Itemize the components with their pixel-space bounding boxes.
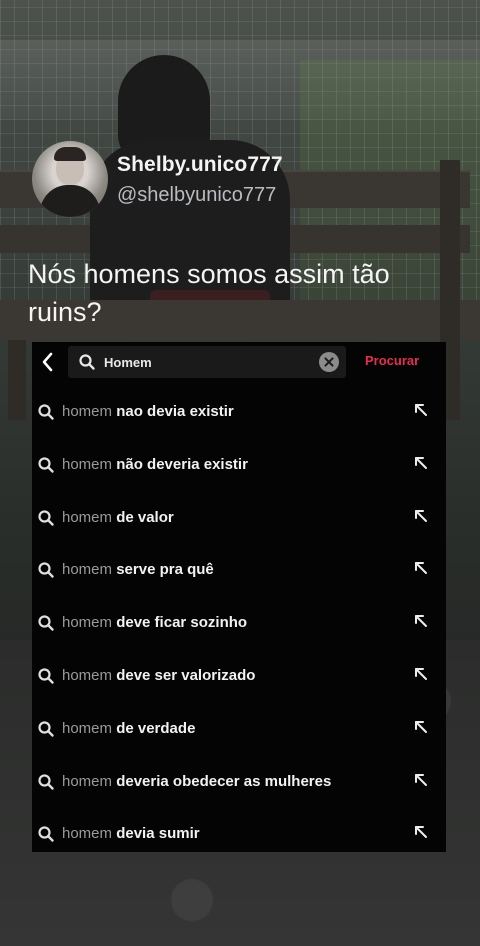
bench-leg <box>8 340 26 420</box>
suggestion-suffix: deve ser valorizado <box>116 666 256 684</box>
suggestion-prefix: homem <box>62 403 113 420</box>
search-icon <box>37 561 55 584</box>
search-button[interactable]: Procurar <box>365 353 419 368</box>
suggestion-suffix: de verdade <box>116 719 196 737</box>
suggestion-item[interactable]: homem não deveria existir <box>32 438 446 491</box>
fill-query-arrow-icon[interactable] <box>412 771 430 794</box>
search-bar: Homem Procurar <box>32 342 446 382</box>
suggestion-prefix: homem <box>62 508 113 526</box>
suggestion-prefix: homem <box>62 772 113 790</box>
suggestion-item[interactable]: homem de valor <box>32 491 446 544</box>
fill-query-arrow-icon[interactable] <box>412 718 430 741</box>
suggestion-text: homem devia sumir <box>62 825 200 842</box>
suggestion-item[interactable]: homem deve ficar sozinho <box>32 596 446 649</box>
search-icon <box>37 773 55 796</box>
suggestion-suffix: devia sumir <box>116 825 200 843</box>
suggestion-item[interactable]: homem serve pra quê <box>32 543 446 596</box>
search-icon <box>37 403 55 426</box>
fill-query-arrow-icon[interactable] <box>412 454 430 477</box>
suggestion-suffix: não deveria existir <box>116 455 248 473</box>
chevron-left-icon[interactable] <box>36 348 60 376</box>
clear-icon[interactable] <box>319 352 339 372</box>
suggestion-suffix: deve ficar sozinho <box>116 614 248 632</box>
suggestion-item[interactable]: homem deveria obedecer as mulheres <box>32 755 446 808</box>
suggestion-text: homem de verdade <box>62 720 195 737</box>
suggestion-suffix: serve pra quê <box>116 561 214 579</box>
search-icon <box>37 614 55 637</box>
fill-query-arrow-icon[interactable] <box>412 401 430 424</box>
suggestion-list: homem nao devia existir homem não deveria… <box>32 385 446 860</box>
search-icon <box>37 509 55 532</box>
suggestion-text: homem não deveria existir <box>62 456 248 473</box>
search-input[interactable]: Homem <box>68 346 346 378</box>
fill-query-arrow-icon[interactable] <box>412 823 430 846</box>
search-icon <box>37 825 55 848</box>
search-query: Homem <box>104 355 152 370</box>
search-icon <box>37 667 55 690</box>
suggestion-text: homem nao devia existir <box>62 403 234 420</box>
fill-query-arrow-icon[interactable] <box>412 507 430 530</box>
suggestion-item[interactable]: homem devia sumir <box>32 807 446 860</box>
suggestion-prefix: homem <box>62 455 113 473</box>
suggestion-prefix: homem <box>62 561 113 579</box>
search-icon <box>37 720 55 743</box>
search-icon <box>37 456 55 479</box>
suggestion-prefix: homem <box>62 825 113 843</box>
suggestion-text: homem deve ser valorizado <box>62 667 255 684</box>
suggestion-prefix: homem <box>62 614 113 632</box>
suggestion-prefix: homem <box>62 666 113 684</box>
user-handle[interactable]: @shelbyunico777 <box>117 184 276 207</box>
suggestion-suffix: de valor <box>116 508 174 526</box>
suggestion-text: homem serve pra quê <box>62 561 214 578</box>
suggestion-text: homem deve ficar sozinho <box>62 614 247 631</box>
avatar[interactable] <box>32 141 108 217</box>
suggestion-item[interactable]: homem deve ser valorizado <box>32 649 446 702</box>
suggestion-prefix: homem <box>62 719 113 737</box>
suggestion-item[interactable]: homem de verdade <box>32 702 446 755</box>
fill-query-arrow-icon[interactable] <box>412 559 430 582</box>
search-icon <box>78 353 96 376</box>
suggestion-text: homem deveria obedecer as mulheres <box>62 773 331 790</box>
suggestion-item[interactable]: homem nao devia existir <box>32 385 446 438</box>
suggestion-text: homem de valor <box>62 509 174 526</box>
fill-query-arrow-icon[interactable] <box>412 665 430 688</box>
search-panel: Homem Procurar homem nao devia existir ho… <box>32 342 446 852</box>
display-name[interactable]: Shelby.unico777 <box>117 153 283 177</box>
suggestion-suffix: deveria obedecer as mulheres <box>116 772 332 790</box>
fill-query-arrow-icon[interactable] <box>412 612 430 635</box>
tweet-text: Nós homens somos assim tão ruins? <box>28 259 390 327</box>
suggestion-suffix: nao devia existir <box>116 403 234 420</box>
